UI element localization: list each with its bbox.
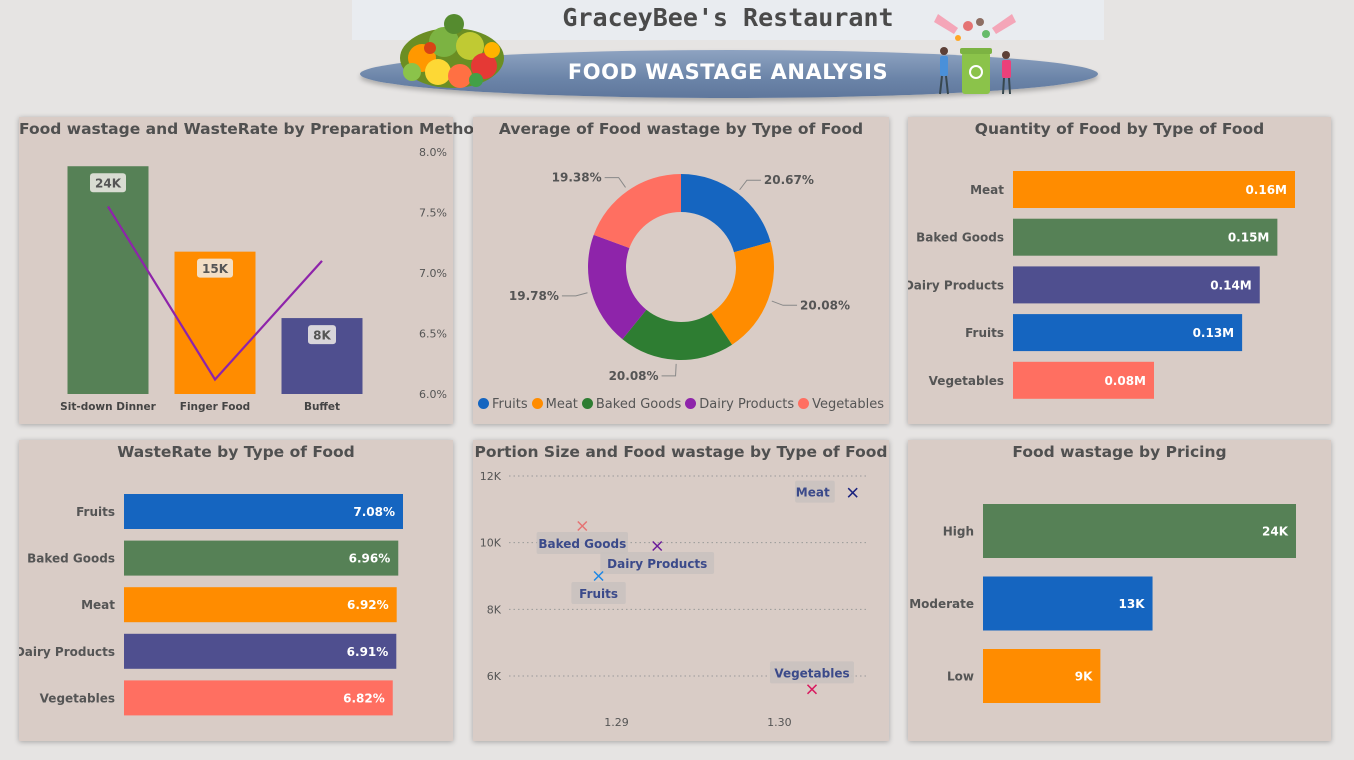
data-label-high: 24K: [1262, 525, 1289, 539]
y-tick: 12K: [480, 470, 502, 483]
data-label-dairy-products: 0.14M: [1210, 278, 1252, 292]
x-tick: 1.30: [767, 716, 792, 729]
wasterate-panel: WasteRate by Type of Food Fruits 7.08% Bak…: [19, 440, 453, 741]
pricing-panel: Food wastage by Pricing High 24K Moderate 1…: [908, 440, 1331, 741]
y2-tick: 6.5%: [419, 328, 447, 341]
data-label-vegetables: 0.08M: [1104, 374, 1146, 388]
point-label-baked-goods: Baked Goods: [538, 537, 626, 551]
data-label-fruits: 7.08%: [353, 505, 395, 519]
point-dairy-products: [652, 540, 663, 552]
point-vegetables: [806, 684, 818, 695]
x-tick-sit-down-dinner: Sit-down Dinner: [60, 401, 156, 413]
prep-method-chart: 24K Sit-down Dinner 15K Finger Food 8K Buffet…: [60, 146, 447, 413]
data-label-dairy-products: 6.91%: [347, 645, 389, 659]
vegetables-illustration-icon: [400, 14, 504, 88]
point-label-dairy-products: Dairy Products: [607, 557, 707, 571]
legend-item-vegetables[interactable]: Vegetables: [798, 397, 884, 412]
legend-item-baked-goods[interactable]: Baked Goods: [581, 397, 682, 412]
y-tick-fruits: Fruits: [965, 326, 1004, 340]
legend-item-fruits[interactable]: Fruits: [478, 397, 528, 412]
legend-swatch: [478, 398, 489, 409]
y-tick-meat: Meat: [81, 598, 115, 612]
point-label-fruits: Fruits: [579, 587, 618, 601]
point-fruits: [593, 570, 604, 582]
waste-bin-illustration-icon: [934, 14, 1016, 95]
legend-label: Meat: [545, 397, 578, 412]
slice-vegetables: [593, 174, 681, 248]
legend-label: Dairy Products: [699, 397, 795, 412]
data-label-buffet: 8K: [313, 329, 331, 343]
y-tick-baked-goods: Baked Goods: [916, 231, 1004, 245]
x-tick-finger-food: Finger Food: [180, 401, 250, 413]
data-label-baked-goods: 6.96%: [349, 552, 391, 566]
quantity-chart: Meat 0.16M Baked Goods 0.15M Dairy Products 0…: [908, 171, 1295, 399]
y-tick: 6K: [487, 670, 502, 683]
point-label-vegetables: Vegetables: [774, 666, 849, 680]
data-label-finger-food: 15K: [202, 262, 229, 276]
y-tick-vegetables: Vegetables: [40, 691, 115, 705]
slice-label-baked-goods: 20.08%: [609, 369, 659, 383]
prep-method-panel: Food wastage and WasteRate by Preparatio…: [19, 117, 485, 424]
y-tick-vegetables: Vegetables: [929, 374, 1004, 388]
y-tick-baked-goods: Baked Goods: [27, 552, 115, 566]
data-label-meat: 6.92%: [347, 598, 389, 612]
legend-swatch: [685, 398, 697, 409]
y-tick-high: High: [943, 525, 974, 539]
y2-tick: 7.0%: [419, 267, 447, 280]
donut-chart: 20.67% 20.08% 20.08% 19.78% 19.38%: [509, 171, 850, 383]
y-tick-dairy-products: Dairy Products: [19, 645, 115, 659]
y2-tick: 6.0%: [419, 388, 447, 401]
slice-fruits: [681, 174, 771, 253]
point-label-meat: Meat: [796, 486, 830, 500]
legend-label: Baked Goods: [595, 397, 682, 412]
leader-fruits: [739, 179, 761, 191]
donut-panel: Average of Food wastage by Type of Food …: [473, 117, 889, 424]
leader-meat: [771, 300, 798, 306]
y-tick-low: Low: [947, 670, 974, 684]
legend-swatch: [531, 398, 543, 409]
y-tick-dairy-products: Dairy Products: [908, 278, 1004, 292]
data-label-sit-down-dinner: 24K: [95, 177, 122, 191]
x-tick: 1.29: [604, 716, 629, 729]
wasterate-chart: Fruits 7.08% Baked Goods 6.96% Meat 6.92% Dair…: [19, 494, 403, 716]
y-tick: 10K: [480, 537, 502, 550]
bar-sit-down-dinner: [67, 166, 149, 394]
bar-high: [983, 504, 1296, 558]
data-label-baked-goods: 0.15M: [1228, 231, 1270, 245]
scatter-chart: 12K 10K 8K 6K 1.29 1.30 Meat Baked Goods Dairy P…: [480, 470, 869, 729]
y-tick-fruits: Fruits: [76, 505, 115, 519]
data-label-meat: 0.16M: [1245, 183, 1287, 197]
y2-tick: 7.5%: [419, 207, 447, 220]
data-label-low: 9K: [1075, 670, 1093, 684]
legend-label: Fruits: [492, 397, 528, 412]
quantity-panel: Quantity of Food by Type of Food Meat 0.1…: [908, 117, 1331, 424]
y-tick-meat: Meat: [970, 183, 1004, 197]
donut-legend: Fruits Meat Baked Goods Dairy Products Veget…: [473, 397, 889, 412]
legend-swatch: [798, 398, 810, 409]
leader-baked-goods: [661, 363, 677, 377]
y-tick: 8K: [487, 603, 502, 616]
y2-tick: 8.0%: [419, 146, 447, 159]
leader-dairy-products: [561, 292, 588, 297]
data-label-moderate: 13K: [1119, 597, 1146, 611]
data-label-vegetables: 6.82%: [343, 691, 385, 705]
y-tick-moderate: Moderate: [909, 597, 974, 611]
legend-label: Vegetables: [812, 397, 884, 412]
pricing-chart: High 24K Moderate 13K Low 9K: [909, 504, 1296, 703]
leader-vegetables: [604, 177, 626, 188]
slice-label-meat: 20.08%: [800, 298, 850, 312]
legend-swatch: [581, 398, 593, 409]
data-label-fruits: 0.13M: [1193, 326, 1235, 340]
x-tick-buffet: Buffet: [304, 401, 340, 413]
legend-item-dairy-products[interactable]: Dairy Products: [685, 397, 794, 412]
slice-label-fruits: 20.67%: [764, 173, 814, 187]
point-baked-goods: [577, 520, 588, 532]
slice-label-vegetables: 19.38%: [552, 171, 602, 185]
legend-item-meat[interactable]: Meat: [531, 397, 578, 412]
point-meat: [847, 487, 858, 498]
slice-label-dairy-products: 19.78%: [509, 289, 559, 303]
scatter-panel: Portion Size and Food wastage by Type of…: [473, 440, 889, 741]
